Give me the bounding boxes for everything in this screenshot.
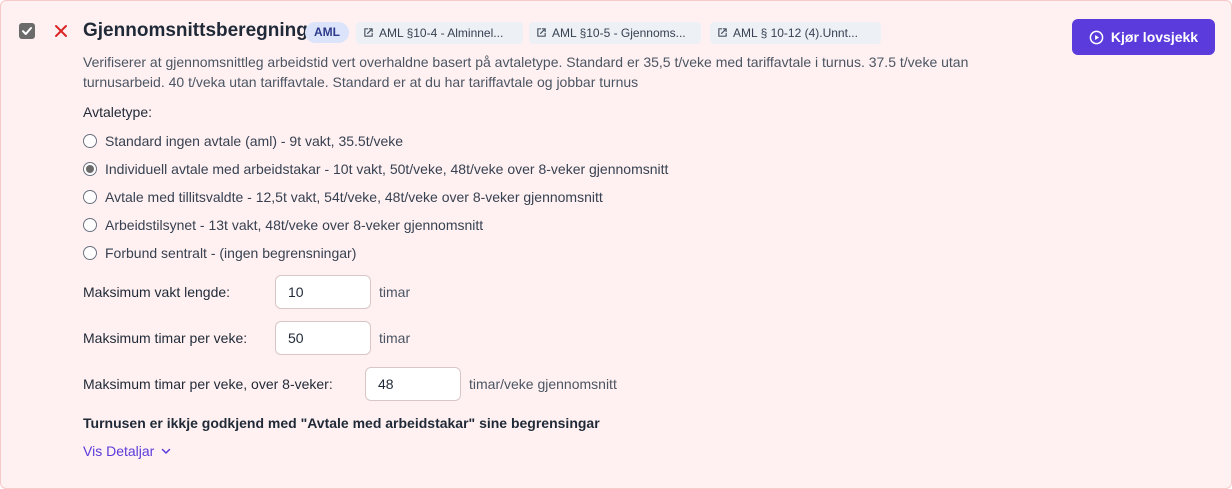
agreement-option-label: Standard ingen avtale (aml) - 9t vakt, 3… (105, 133, 404, 149)
agreement-option-label: Avtale med tillitsvaldte - 12,5t vakt, 5… (105, 189, 603, 205)
run-law-check-button[interactable]: Kjør lovsjekk (1072, 19, 1215, 55)
max-avg-unit: timar/veke gjennomsnitt (469, 376, 617, 392)
radio-button[interactable] (83, 134, 97, 148)
agreement-option-union-reps[interactable]: Avtale med tillitsvaldte - 12,5t vakt, 5… (83, 187, 603, 207)
check-card: Gjennomsnittsberegning AML AML §10-4 - A… (0, 0, 1232, 489)
max-week-unit: timar (379, 330, 411, 346)
run-button-label: Kjør lovsjekk (1110, 29, 1199, 45)
max-shift-label: Maksimum vakt lengde: (83, 284, 231, 300)
reference-link-10-5[interactable]: AML §10-5 - Gjennoms... (529, 22, 701, 44)
enable-checkbox[interactable] (19, 23, 35, 39)
agreement-option-label: Forbund sentralt - (ingen begrensningar) (105, 245, 357, 261)
play-circle-icon (1089, 30, 1104, 44)
aml-badge: AML (305, 22, 349, 43)
agreement-option-label: Arbeidstilsynet - 13t vakt, 48t/veke ove… (105, 217, 484, 233)
reference-link-10-12[interactable]: AML § 10-12 (4).Unnt... (710, 22, 881, 44)
reference-link-10-4[interactable]: AML §10-4 - Alminnel... (356, 22, 523, 44)
max-shift-input[interactable]: 10 (275, 275, 371, 309)
agreement-option-label: Individuell avtale med arbeidstakar - 10… (105, 161, 669, 177)
max-week-input[interactable]: 50 (275, 321, 371, 355)
chevron-down-icon (162, 448, 171, 454)
max-avg-label: Maksimum timar per veke, over 8-veker: (83, 376, 333, 392)
agreement-type-label: Avtaletype: (83, 104, 153, 120)
agreement-option-individual[interactable]: Individuell avtale med arbeidstakar - 10… (83, 159, 668, 179)
external-link-icon (364, 28, 373, 37)
max-week-label: Maksimum timar per veke: (83, 330, 248, 346)
external-link-icon (537, 28, 546, 37)
reference-label: AML § 10-12 (4).Unnt... (733, 26, 858, 40)
check-description: Verifiserer at gjennomsnittleg arbeidsti… (83, 54, 969, 90)
check-title: Gjennomsnittsberegning (83, 20, 308, 41)
show-details-link[interactable]: Vis Detaljar (83, 443, 172, 459)
radio-button[interactable] (83, 218, 97, 232)
show-details-label: Vis Detaljar (83, 443, 155, 459)
close-icon (55, 25, 67, 37)
checkmark-icon (22, 27, 32, 35)
agreement-option-labour-inspection[interactable]: Arbeidstilsynet - 13t vakt, 48t/veke ove… (83, 215, 483, 235)
max-avg-input[interactable]: 48 (365, 367, 461, 401)
radio-button[interactable] (83, 246, 97, 260)
check-result-text: Turnusen er ikkje godkjend med "Avtale m… (83, 415, 600, 431)
agreement-option-standard[interactable]: Standard ingen avtale (aml) - 9t vakt, 3… (83, 131, 403, 151)
reference-label: AML §10-4 - Alminnel... (379, 26, 504, 40)
radio-button-selected[interactable] (83, 162, 97, 176)
agreement-option-central-union[interactable]: Forbund sentralt - (ingen begrensningar) (83, 243, 356, 263)
max-shift-unit: timar (379, 284, 411, 300)
radio-button[interactable] (83, 190, 97, 204)
external-link-icon (718, 28, 727, 37)
reference-label: AML §10-5 - Gjennoms... (552, 26, 686, 40)
